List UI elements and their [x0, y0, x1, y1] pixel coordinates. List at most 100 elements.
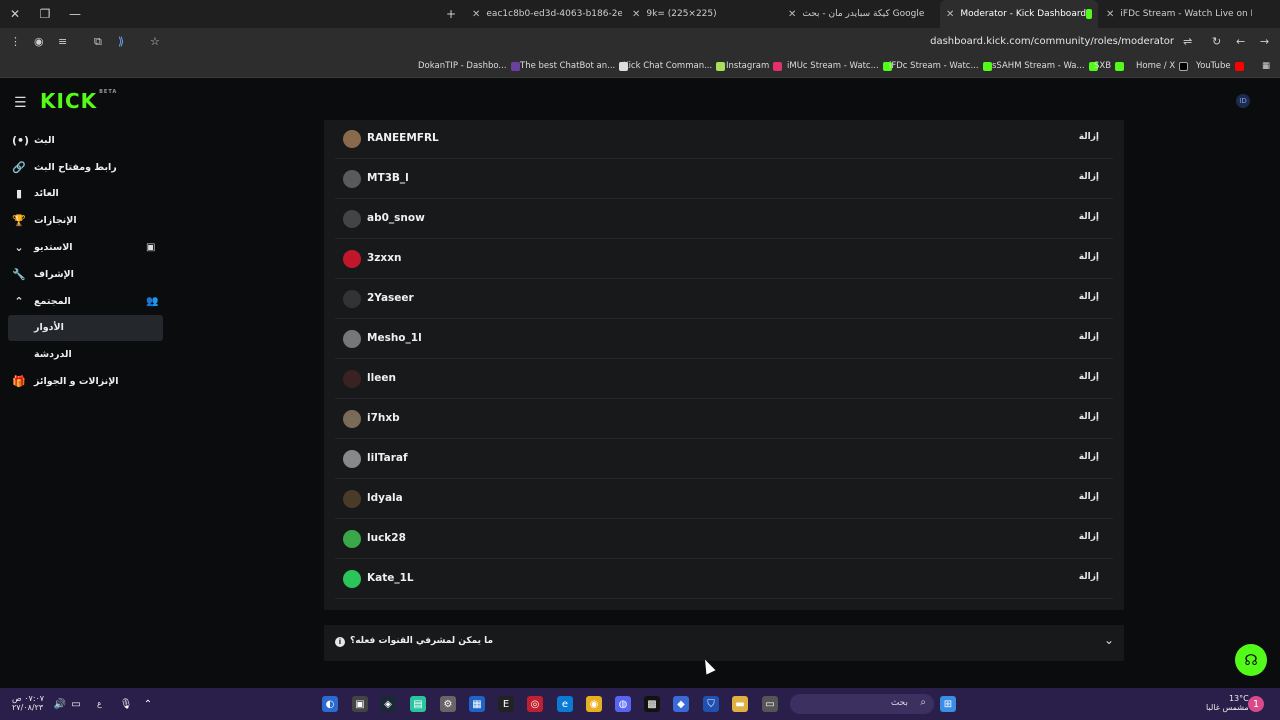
moderator-username[interactable]: RANEEMFRL [367, 132, 439, 144]
remove-moderator-button[interactable]: إزالة [1079, 492, 1099, 502]
moderator-username[interactable]: MT3B_l [367, 172, 409, 184]
kick-logo[interactable]: KICK BETA [40, 89, 117, 113]
bookmark-item[interactable]: The best ChatBot an... [520, 61, 629, 71]
moderator-username[interactable]: Kate_1L [367, 572, 414, 584]
bookmark-item[interactable]: Kick Chat Comman... [623, 61, 726, 71]
url-field[interactable]: dashboard.kick.com/community/roles/moder… [930, 36, 1174, 47]
back-icon[interactable]: → [1260, 35, 1269, 48]
close-icon[interactable]: ✕ [946, 9, 954, 20]
moderator-username[interactable]: i7hxb [367, 412, 400, 424]
moderator-username[interactable]: luck28 [367, 532, 406, 544]
close-window-icon[interactable]: ✕ [0, 0, 30, 28]
tab-5[interactable]: ✕ iFDc Stream - Watch Live on Ki... [1100, 0, 1252, 28]
bookmark-item[interactable]: iFDc Stream - Watc... [889, 61, 992, 71]
remove-moderator-button[interactable]: إزالة [1079, 212, 1099, 222]
steam-icon[interactable]: ◈ [380, 696, 396, 712]
bookmark-item[interactable]: iMUc Stream - Watc... [787, 61, 892, 71]
moderator-username[interactable]: 3zxxn [367, 252, 401, 264]
tray-chevron-icon[interactable]: ⌃ [140, 696, 156, 712]
sidebar-item-community[interactable]: ⌃ المجتمع 👥 [0, 288, 170, 315]
avatar[interactable] [343, 290, 361, 308]
remove-moderator-button[interactable]: إزالة [1079, 172, 1099, 182]
discord-icon[interactable]: ◍ [615, 696, 631, 712]
avatar[interactable] [343, 570, 361, 588]
profile-avatar[interactable]: ID [1236, 94, 1250, 108]
notification-icon[interactable]: 1 [1248, 696, 1264, 712]
remove-moderator-button[interactable]: إزالة [1079, 532, 1099, 542]
remove-moderator-button[interactable]: إزالة [1079, 372, 1099, 382]
close-icon[interactable]: ✕ [1106, 9, 1114, 20]
minimize-window-icon[interactable]: — [60, 0, 90, 28]
site-info-icon[interactable]: ⇌ [1183, 35, 1192, 48]
app-icon[interactable]: ◐ [322, 696, 338, 712]
network-icon[interactable]: ▭ [68, 696, 84, 712]
chrome-icon[interactable]: ◉ [586, 696, 602, 712]
sidebar-item-revenue[interactable]: ▮ العائد [0, 181, 170, 208]
sidebar-item-drops[interactable]: 🎁 الإنزالات و الجوائز [0, 368, 170, 395]
remove-moderator-button[interactable]: إزالة [1079, 572, 1099, 582]
app-icon[interactable]: ◎ [527, 696, 543, 712]
app-icon[interactable]: ▤ [410, 696, 426, 712]
tab-3[interactable]: ✕ كيكة سبايدر مان - بحث Google [782, 0, 938, 28]
settings-icon[interactable]: ≡ [58, 35, 67, 48]
bookmark-item[interactable]: Instagram [726, 61, 783, 71]
chevron-down-icon[interactable]: ⌄ [1104, 633, 1114, 647]
close-icon[interactable]: ✕ [632, 9, 640, 20]
moderator-username[interactable]: lilTaraf [367, 452, 408, 464]
avatar[interactable] [343, 250, 361, 268]
translate-icon[interactable]: ⟫ [118, 35, 124, 48]
avatar[interactable] [343, 370, 361, 388]
sidebar-item-stream-key[interactable]: 🔗 رابط ومفتاح البث [0, 154, 170, 181]
bookmark-item[interactable]: sSAHM Stream - Wa... [992, 61, 1098, 71]
remove-moderator-button[interactable]: إزالة [1079, 292, 1099, 302]
moderator-username[interactable]: ab0_snow [367, 212, 425, 224]
bookmark-item[interactable]: Home / X [1136, 61, 1189, 71]
bookmark-item[interactable]: DokanTIP - Dashbo... [418, 61, 520, 71]
taskbar-search[interactable]: بحث ⌕ [790, 694, 934, 714]
close-icon[interactable]: ✕ [788, 9, 796, 20]
tab-4[interactable]: ✕ Moderator - Kick Dashboard [940, 0, 1098, 28]
remove-moderator-button[interactable]: إزالة [1079, 452, 1099, 462]
sidebar-item-chat[interactable]: الدردشة [0, 341, 170, 368]
avatar[interactable] [343, 330, 361, 348]
menu-icon[interactable]: ☰ [14, 95, 27, 111]
sidebar-item-stream[interactable]: (•) البث [0, 127, 170, 154]
app-icon[interactable]: ◆ [673, 696, 689, 712]
taskbar-clock[interactable]: ٠٧:٠٧ ص ٢٧/٠٨/٢٣ [12, 694, 44, 712]
avatar[interactable] [343, 530, 361, 548]
speaker-icon[interactable]: 🔊 [52, 696, 68, 712]
forward-icon[interactable]: ← [1236, 35, 1245, 48]
new-tab-icon[interactable]: + [436, 0, 466, 28]
remove-moderator-button[interactable]: إزالة [1079, 332, 1099, 342]
bookmark-item[interactable]: SXB [1094, 61, 1125, 71]
bookmarks-overflow-icon[interactable]: ▦ [1262, 61, 1270, 71]
store-icon[interactable]: ▦ [469, 696, 485, 712]
reload-icon[interactable]: ↻ [1212, 35, 1221, 48]
faq-accordion[interactable]: i ما يمكن لمشرفي القنوات فعله؟ ⌄ [324, 625, 1124, 661]
share-icon[interactable]: ⧉ [94, 35, 102, 49]
sidebar-item-studio[interactable]: ⌄ الاستديو ▣ [0, 234, 170, 261]
sidebar-item-moderation[interactable]: 🔧 الإشراف [0, 261, 170, 288]
remove-moderator-button[interactable]: إزالة [1079, 252, 1099, 262]
language-indicator[interactable]: ع [97, 699, 102, 708]
edge-icon[interactable]: e [557, 696, 573, 712]
shield-icon[interactable]: ⛉ [703, 696, 719, 712]
epic-icon[interactable]: E [498, 696, 514, 712]
microphone-icon[interactable]: 🎙 [118, 696, 134, 712]
task-view-icon[interactable]: ▭ [762, 696, 778, 712]
support-chat-button[interactable]: ☊ [1235, 644, 1267, 676]
app-icon[interactable]: ▣ [352, 696, 368, 712]
tab-1[interactable]: ✕ eac1c8b0-ed3d-4063-b186-2e... [466, 0, 622, 28]
avatar[interactable] [343, 210, 361, 228]
tab-2[interactable]: ✕ 9k= (225×225) [626, 0, 776, 28]
menu-dots-icon[interactable]: ⋮ [10, 35, 21, 48]
weather-widget[interactable]: 13°C مشمس غالبا [1206, 694, 1249, 712]
avatar[interactable] [343, 170, 361, 188]
avatar[interactable] [343, 450, 361, 468]
avatar[interactable] [343, 490, 361, 508]
extension-icon[interactable]: ◉ [34, 35, 44, 48]
bookmark-item[interactable]: YouTube [1196, 61, 1244, 71]
moderator-username[interactable]: lleen [367, 372, 396, 384]
sidebar-item-roles[interactable]: الأدوار [8, 314, 163, 342]
windows-start-icon[interactable]: ⊞ [940, 696, 956, 712]
